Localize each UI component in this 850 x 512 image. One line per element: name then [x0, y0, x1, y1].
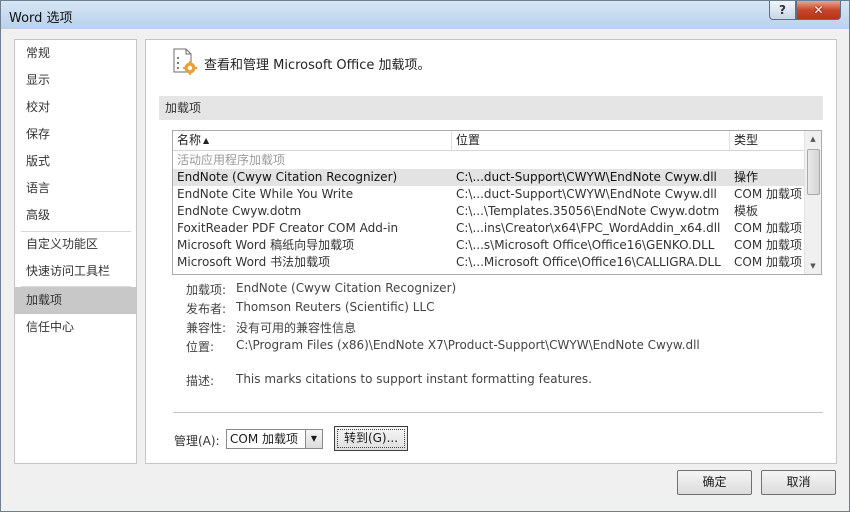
detail-publisher-label: 发布者:	[186, 302, 227, 316]
detail-compat-value: 没有可用的兼容性信息	[236, 321, 357, 335]
chevron-down-icon[interactable]: ▼	[305, 430, 322, 448]
table-row[interactable]: Microsoft Word 书法加载项 C:\...Microsoft Off…	[173, 254, 805, 271]
scroll-down-icon[interactable]: ▼	[805, 258, 821, 274]
detail-location-label: 位置:	[186, 340, 215, 354]
detail-addin-label: 加载项:	[186, 283, 227, 297]
nav-item-customize-ribbon[interactable]: 自定义功能区	[15, 231, 136, 258]
list-header: 名称 ▲ 位置 类型	[173, 131, 805, 151]
addins-panel: 查看和管理 Microsoft Office 加载项。 加载项 名称 ▲ 位置 类…	[145, 39, 837, 464]
help-button[interactable]: ?	[769, 1, 796, 20]
nav-item-quick-access-toolbar[interactable]: 快速访问工具栏	[15, 258, 136, 285]
close-button[interactable]: ✕	[796, 1, 841, 20]
page-title: 查看和管理 Microsoft Office 加载项。	[204, 58, 431, 73]
detail-description-label: 描述:	[186, 374, 215, 388]
detail-description-value: This marks citations to support instant …	[236, 372, 592, 386]
table-row[interactable]: EndNote Cwyw.dotm C:\...\Templates.35056…	[173, 203, 805, 220]
help-icon: ?	[779, 3, 786, 17]
detail-publisher-value: Thomson Reuters (Scientific) LLC	[236, 300, 435, 314]
column-header-type[interactable]: 类型	[730, 131, 806, 150]
nav-item-proofing[interactable]: 校对	[15, 94, 136, 121]
nav-item-trust-center[interactable]: 信任中心	[15, 314, 136, 341]
detail-addin-value: EndNote (Cwyw Citation Recognizer)	[236, 281, 457, 295]
table-row[interactable]: EndNote Cite While You Write C:\...duct-…	[173, 186, 805, 203]
word-options-dialog: Word 选项 ? ✕ 常规 显示 校对 保存 版式 语言 高级 自定义功能区 …	[0, 0, 850, 512]
addins-settings-icon	[172, 48, 198, 76]
window-title: Word 选项	[9, 11, 73, 26]
list-group-header: 活动应用程序加载项	[177, 153, 286, 167]
list-scrollbar[interactable]: ▲ ▼	[804, 131, 821, 274]
table-row[interactable]: FoxitReader PDF Creator COM Add-in C:\..…	[173, 220, 805, 237]
title-bar[interactable]: Word 选项 ? ✕	[1, 1, 849, 29]
scroll-up-icon[interactable]: ▲	[805, 131, 821, 147]
nav-item-typography[interactable]: 版式	[15, 148, 136, 175]
nav-item-advanced[interactable]: 高级	[15, 202, 136, 229]
manage-label: 管理(A):	[174, 434, 220, 448]
dialog-body: 常规 显示 校对 保存 版式 语言 高级 自定义功能区 快速访问工具栏 加载项 …	[8, 29, 842, 505]
ok-button[interactable]: 确定	[677, 470, 752, 495]
nav-item-save[interactable]: 保存	[15, 121, 136, 148]
nav-item-display[interactable]: 显示	[15, 67, 136, 94]
manage-dropdown[interactable]: COM 加载项 ▼	[226, 429, 323, 449]
options-nav: 常规 显示 校对 保存 版式 语言 高级 自定义功能区 快速访问工具栏 加载项 …	[14, 39, 137, 464]
nav-item-language[interactable]: 语言	[15, 175, 136, 202]
cancel-button[interactable]: 取消	[761, 470, 836, 495]
column-header-name[interactable]: 名称 ▲	[173, 131, 452, 150]
manage-dropdown-value: COM 加载项	[230, 432, 298, 446]
column-header-location[interactable]: 位置	[452, 131, 730, 150]
goto-button[interactable]: 转到(G)...	[334, 426, 408, 451]
nav-item-general[interactable]: 常规	[15, 40, 136, 67]
addins-list[interactable]: 名称 ▲ 位置 类型 活动应用程序加载项 EndNote (Cwyw Citati…	[172, 130, 822, 275]
sort-ascending-icon: ▲	[203, 136, 210, 145]
section-heading-addins: 加载项	[159, 96, 823, 120]
table-row[interactable]: Microsoft Word 稿纸向导加载项 C:\...s\Microsoft…	[173, 237, 805, 254]
scrollbar-thumb[interactable]	[807, 149, 820, 195]
table-row[interactable]: EndNote (Cwyw Citation Recognizer) C:\..…	[173, 169, 805, 186]
detail-location-value: C:\Program Files (x86)\EndNote X7\Produc…	[236, 338, 700, 352]
detail-compat-label: 兼容性:	[186, 321, 227, 335]
divider	[173, 412, 823, 413]
close-icon: ✕	[813, 3, 824, 17]
nav-item-addins[interactable]: 加载项	[15, 287, 136, 314]
